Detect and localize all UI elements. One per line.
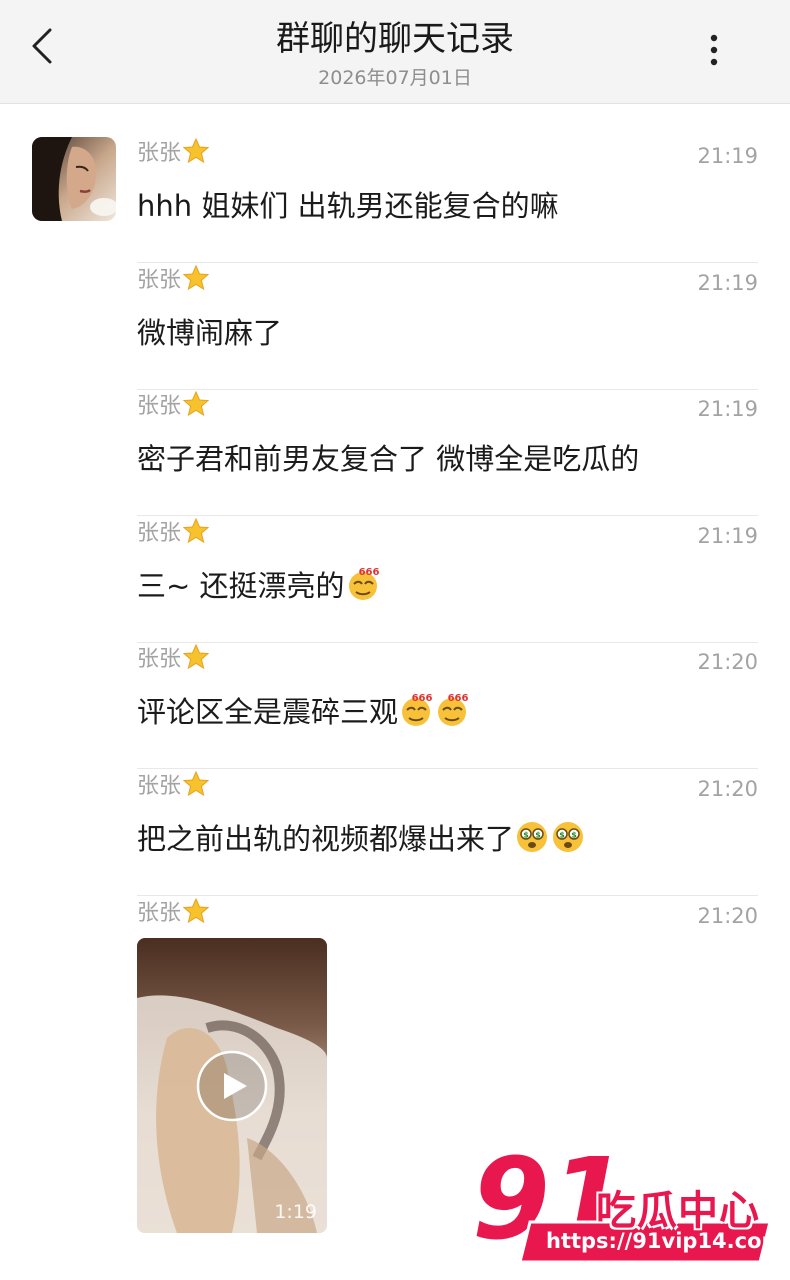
divider [137, 515, 758, 516]
svg-text:$: $ [559, 831, 565, 840]
divider [137, 262, 758, 263]
666-emoji-icon: 666 [348, 567, 379, 600]
chat-message[interactable]: 张张 21:19 密子君和前男友复合了 微博全是吃瓜的 [137, 390, 758, 516]
message-text: 微博闹麻了 [137, 316, 283, 350]
message-text: 评论区全是震碎三观 666 666 [137, 691, 470, 733]
sender-name: 张张 [137, 897, 210, 931]
svg-text:$: $ [535, 831, 541, 840]
gold-star-icon [182, 390, 210, 417]
divider [137, 895, 758, 896]
message-text-content: 三~ 还挺漂亮的 [137, 569, 345, 603]
sender-name: 张张 [137, 390, 210, 424]
gold-star-icon [182, 517, 210, 544]
message-text-content: 把之前出轨的视频都爆出来了 [137, 822, 515, 856]
666-emoji-icon: 666 [438, 693, 469, 726]
svg-text:$: $ [523, 831, 529, 840]
sender-name: 张张 [137, 770, 210, 804]
gold-star-icon [182, 137, 210, 164]
sender-label: 张张 [137, 647, 182, 672]
sender-name: 张张 [137, 517, 210, 551]
666-label: 666 [358, 567, 379, 578]
message-text: 把之前出轨的视频都爆出来了 $ $ $ $ [137, 818, 586, 860]
sender-label: 张张 [137, 394, 182, 419]
message-text: hhh 姐妹们 出轨男还能复合的嘛 [137, 189, 559, 223]
666-label: 666 [412, 693, 433, 704]
message-time: 21:19 [697, 397, 758, 421]
666-emoji-icon: 666 [402, 693, 433, 726]
more-vertical-icon[interactable] [696, 26, 732, 74]
chat-message[interactable]: 张张 21:19 微博闹麻了 [137, 264, 758, 390]
message-time: 21:19 [697, 144, 758, 168]
chat-message[interactable]: 张张 21:20 把之前出轨的视频都爆出来了 $ $ $ $ [137, 770, 758, 896]
sender-label: 张张 [137, 521, 182, 546]
chat-message[interactable]: 张张 21:19 三~ 还挺漂亮的 666 [137, 517, 758, 643]
message-time: 21:20 [697, 904, 758, 928]
watermark-name: 吃瓜中心 [596, 1188, 760, 1234]
gold-star-icon [182, 643, 210, 670]
gold-star-icon [182, 897, 210, 924]
sender-label: 张张 [137, 141, 182, 166]
message-time: 21:19 [697, 271, 758, 295]
page-title: 群聊的聊天记录 [276, 19, 514, 59]
gold-star-icon [182, 264, 210, 291]
money-eyes-emoji-icon: $ $ [517, 822, 548, 852]
sender-name: 张张 [137, 137, 210, 171]
sender-label: 张张 [137, 901, 182, 926]
message-text: 密子君和前男友复合了 微博全是吃瓜的 [137, 442, 640, 476]
video-duration: 1:19 [274, 1201, 317, 1223]
chat-message[interactable]: 张张 21:19 hhh 姐妹们 出轨男还能复合的嘛 [137, 137, 758, 263]
watermark-url: https://91vip14.com [546, 1229, 784, 1253]
divider [137, 768, 758, 769]
avatar[interactable] [32, 137, 116, 221]
chat-header: 群聊的聊天记录 2026年07月01日 [0, 0, 790, 104]
sender-name: 张张 [137, 643, 210, 677]
page-date: 2026年07月01日 [318, 67, 472, 89]
money-eyes-emoji-icon: $ $ [553, 822, 584, 852]
sender-label: 张张 [137, 268, 182, 293]
sender-name: 张张 [137, 264, 210, 298]
message-time: 21:20 [697, 777, 758, 801]
sender-label: 张张 [137, 774, 182, 799]
chat-message[interactable]: 张张 21:20 评论区全是震碎三观 666 666 [137, 643, 758, 769]
666-label: 666 [448, 693, 469, 704]
gold-star-icon [182, 770, 210, 797]
message-time: 21:19 [697, 524, 758, 548]
message-text: 三~ 还挺漂亮的 666 [137, 565, 381, 607]
play-icon[interactable] [195, 1049, 269, 1123]
video-thumbnail[interactable]: 1:19 [137, 938, 327, 1233]
svg-text:$: $ [571, 831, 577, 840]
message-time: 21:20 [697, 650, 758, 674]
chat-message[interactable]: 张张 21:20 [137, 897, 758, 937]
message-text-content: 评论区全是震碎三观 [137, 695, 399, 729]
